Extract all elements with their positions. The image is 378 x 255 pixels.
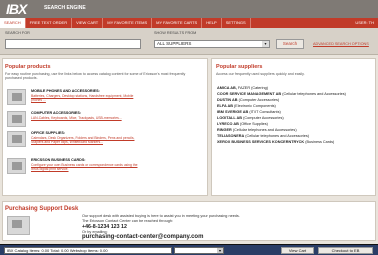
- popular-products-title: Popular products: [5, 64, 51, 70]
- supplier-item[interactable]: ELFA AB (Electronic Components): [217, 104, 377, 108]
- chevron-down-icon: ▾: [217, 248, 223, 253]
- popular-suppliers-title: Popular suppliers: [216, 64, 263, 70]
- tab-free-text-order[interactable]: FREE TEXT ORDER: [26, 18, 73, 28]
- computer-accessory-image: [7, 111, 26, 127]
- checkout-button[interactable]: Checkout to EB: [318, 247, 373, 254]
- user-label: USER: TH: [355, 20, 374, 25]
- search-label: SEARCH FOR: [5, 31, 30, 35]
- results-label: SHOW RESULTS FROM: [154, 31, 197, 35]
- supplier-item[interactable]: TELIASONERA (Cellular telephones and Acc…: [217, 134, 377, 138]
- support-line1: Our support desk with assisted buying is…: [82, 214, 240, 218]
- supplier-item[interactable]: LYRECO AB (Office Supplies): [217, 122, 377, 126]
- tab-search[interactable]: SEARCH: [0, 18, 26, 28]
- product-links[interactable]: Calendars, Desk Organizers, Folders and …: [31, 136, 141, 144]
- advanced-search-link[interactable]: ADVANCED SEARCH OPTIONS: [313, 42, 369, 46]
- footer-bar: IBX Catalog Items: 0.00 Total: 0.00 Webs…: [0, 244, 378, 255]
- supplier-scope-select[interactable]: ALL SUPPLIERS ▾: [154, 40, 270, 48]
- popular-products-subtitle: For easy routine purchasing, use the lin…: [5, 72, 186, 80]
- product-links[interactable]: Batteries, Chargers, Desktop stations, H…: [31, 94, 141, 102]
- product-name: ERICSSON BUSINESS CARDS:: [31, 158, 86, 162]
- support-email[interactable]: purchasing-contact-center@company.com: [82, 234, 203, 240]
- main-nav: SEARCH FREE TEXT ORDER VIEW CART MY FAVO…: [0, 18, 378, 28]
- support-agent-image: [7, 216, 30, 235]
- supplier-item[interactable]: XEROX BUSINESS SERVICES KONCERNTRYCK (Bu…: [217, 140, 377, 144]
- support-title: Purchasing Support Desk: [5, 206, 79, 212]
- product-name: OFFICE SUPPLIES:: [31, 131, 66, 135]
- supplier-item[interactable]: IBM SVERIGE AB (IT/IT Consultants): [217, 110, 377, 114]
- tab-help[interactable]: HELP: [202, 18, 222, 28]
- product-links[interactable]: LAN-Cables, Keyboards, Mice, Trackpads, …: [31, 116, 141, 120]
- search-button[interactable]: Search: [276, 39, 304, 49]
- phone-product-image: [7, 89, 26, 105]
- popular-suppliers-panel: [211, 58, 376, 196]
- search-input[interactable]: [5, 39, 141, 49]
- product-links[interactable]: Configure your own Business cards or cor…: [31, 163, 141, 171]
- supplier-item[interactable]: AMICA AB, FAZER (Catering): [217, 86, 377, 90]
- footer-select[interactable]: ▾: [174, 247, 224, 254]
- tab-my-favorite-carts[interactable]: MY FAVORITE CARTS: [152, 18, 203, 28]
- ibx-logo: IBX: [6, 1, 27, 17]
- business-card-image: [7, 158, 26, 174]
- supplier-item[interactable]: DUSTIN AB (Computer Accessories): [217, 98, 377, 102]
- product-name: COMPUTER ACCESSORIES:: [31, 111, 82, 115]
- chevron-down-icon: ▾: [262, 41, 269, 47]
- supplier-item[interactable]: LOGITALL AB (Computer Accessories): [217, 116, 377, 120]
- supplier-item[interactable]: COOR SERVICE MANAGEMENT AB (Cellular tel…: [217, 92, 377, 96]
- logo-tagline: SEARCH ENGINE: [44, 5, 86, 11]
- office-supplies-image: [7, 131, 26, 147]
- popular-suppliers-subtitle: Access our frequently used suppliers qui…: [216, 72, 305, 76]
- view-cart-button[interactable]: View Cart: [281, 247, 314, 254]
- tab-settings[interactable]: SETTINGS: [222, 18, 251, 28]
- supplier-item[interactable]: RINGER (Cellular telephones and Accessor…: [217, 128, 377, 132]
- supplier-scope-value: ALL SUPPLIERS: [157, 41, 192, 46]
- support-line2: The Ericsson Contact Center can be reach…: [82, 219, 173, 223]
- tab-view-cart[interactable]: VIEW CART: [72, 18, 104, 28]
- product-name: MOBILE PHONES AND ACCESSORIES:: [31, 89, 100, 93]
- tab-my-favorite-items[interactable]: MY FAVORITE ITEMS: [103, 18, 153, 28]
- top-header: IBX SEARCH ENGINE: [0, 0, 378, 18]
- catalog-totals: IBX Catalog Items: 0.00 Total: 0.00 Webs…: [4, 247, 172, 254]
